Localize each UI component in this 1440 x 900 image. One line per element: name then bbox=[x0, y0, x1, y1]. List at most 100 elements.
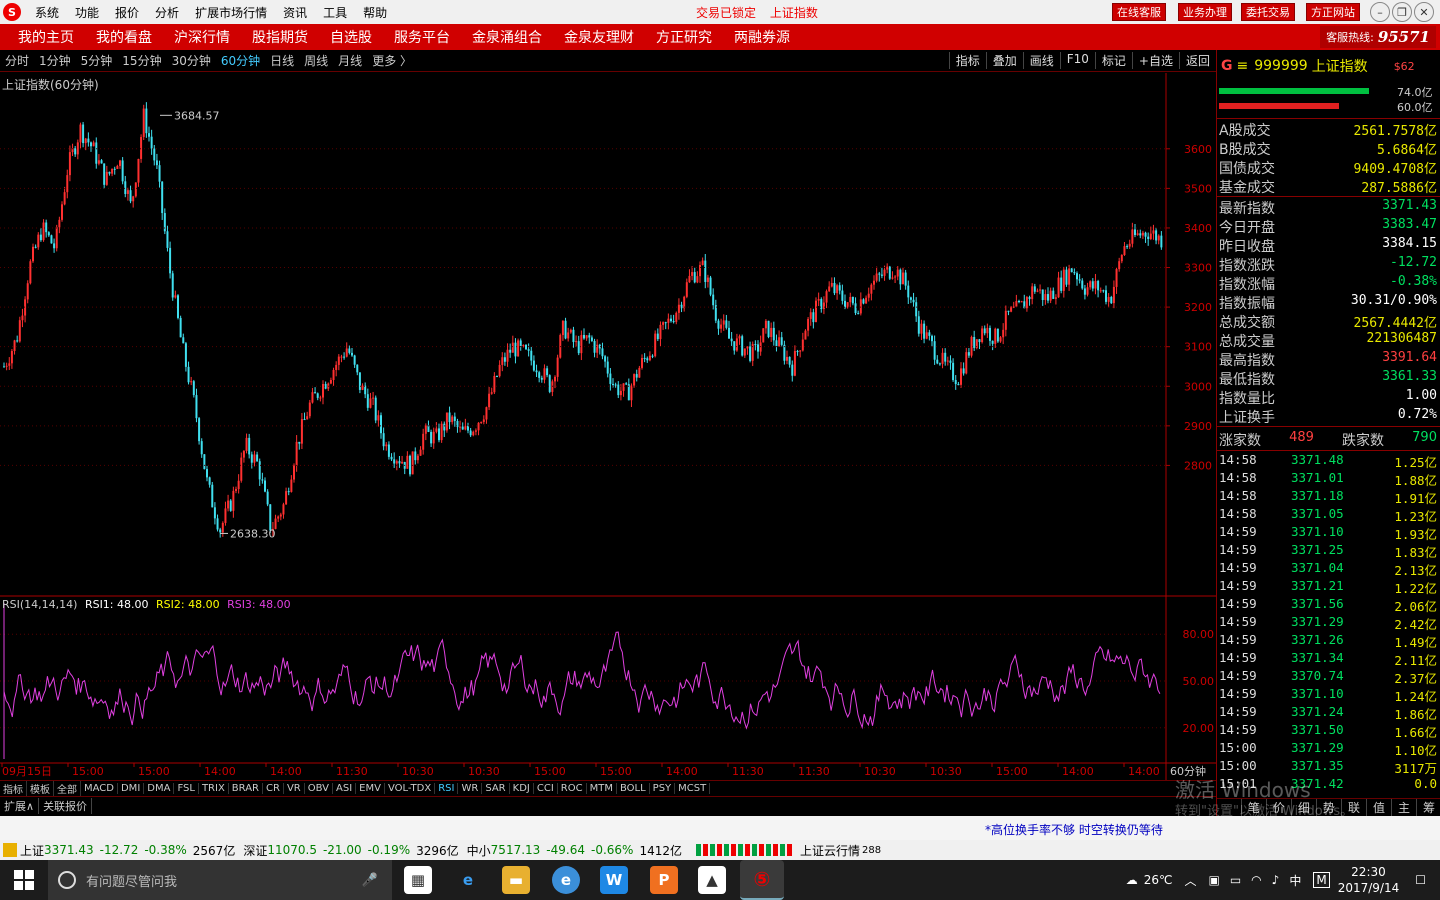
m-icon[interactable]: M bbox=[1313, 872, 1330, 888]
store-icon[interactable]: ▦ bbox=[404, 866, 432, 894]
search-box[interactable]: 有问题尽管问我 🎤 bbox=[48, 860, 392, 900]
period-5min[interactable]: 5分钟 bbox=[76, 52, 118, 69]
tool-add-favorite[interactable]: +自选 bbox=[1131, 52, 1179, 69]
panel-tab[interactable]: 值 bbox=[1365, 799, 1391, 816]
indicator-tab[interactable]: MTM bbox=[587, 783, 617, 794]
indicator-tab[interactable]: CCI bbox=[534, 783, 558, 794]
indicator-tab[interactable]: ROC bbox=[558, 783, 587, 794]
tool-f10[interactable]: F10 bbox=[1059, 52, 1095, 69]
weather-temp[interactable]: 26℃ bbox=[1144, 873, 1173, 887]
nav-home[interactable]: 我的主页 bbox=[0, 27, 85, 47]
indicator-tab[interactable]: RSI bbox=[435, 783, 459, 794]
menu-quote[interactable]: 报价 bbox=[107, 4, 147, 21]
nav-watch[interactable]: 我的看盘 bbox=[85, 27, 163, 47]
indicator-tab[interactable]: BRAR bbox=[229, 783, 263, 794]
period-month[interactable]: 月线 bbox=[333, 52, 367, 69]
indicator-tab[interactable]: VOL-TDX bbox=[385, 783, 436, 794]
period-60min[interactable]: 60分钟 bbox=[216, 52, 265, 69]
tool-indicator[interactable]: 指标 bbox=[948, 52, 986, 69]
nav-portfolio[interactable]: 金泉涌组合 bbox=[461, 27, 553, 47]
tool-mark[interactable]: 标记 bbox=[1094, 52, 1132, 69]
indicator-tab[interactable]: PSY bbox=[650, 783, 676, 794]
online-service-button[interactable]: 在线客服 bbox=[1112, 3, 1166, 21]
indicator-tab[interactable]: ASI bbox=[333, 783, 357, 794]
indicator-tab[interactable]: 全部 bbox=[54, 781, 81, 796]
wps-writer-icon[interactable]: W bbox=[600, 866, 628, 894]
indicator-tab[interactable]: MCST bbox=[675, 783, 711, 794]
wps-presentation-icon[interactable]: P bbox=[650, 866, 678, 894]
ext-toggle[interactable]: 扩展∧ bbox=[0, 797, 40, 814]
period-timeshare[interactable]: 分时 bbox=[0, 52, 34, 69]
notification-icon[interactable]: ☐ bbox=[1415, 873, 1426, 887]
panel-tab[interactable]: 筹 bbox=[1415, 799, 1440, 816]
panel-tab[interactable]: 主 bbox=[1390, 799, 1416, 816]
indicator-tab[interactable]: DMI bbox=[118, 783, 145, 794]
photos-icon[interactable]: ▲ bbox=[698, 866, 726, 894]
period-1min[interactable]: 1分钟 bbox=[34, 52, 76, 69]
candle-body bbox=[187, 366, 190, 383]
menu-tools[interactable]: 工具 bbox=[315, 4, 355, 21]
period-15min[interactable]: 15分钟 bbox=[117, 52, 166, 69]
period-week[interactable]: 周线 bbox=[299, 52, 333, 69]
indicator-tab[interactable]: OBV bbox=[305, 783, 333, 794]
indicator-tab[interactable]: DMA bbox=[144, 783, 175, 794]
nav-margin[interactable]: 两融券源 bbox=[723, 27, 801, 47]
indicator-tab[interactable]: 指标 bbox=[0, 781, 27, 796]
mic-icon[interactable]: 🎤 bbox=[362, 873, 378, 888]
explorer-icon[interactable]: ▬ bbox=[502, 866, 530, 894]
period-day[interactable]: 日线 bbox=[265, 52, 299, 69]
indicator-tab[interactable]: BOLL bbox=[617, 783, 650, 794]
menu-ext-market[interactable]: 扩展市场行情 bbox=[187, 4, 275, 21]
nav-futures[interactable]: 股指期货 bbox=[241, 27, 319, 47]
edge-icon[interactable]: e bbox=[454, 866, 482, 894]
indicator-tab[interactable]: 模板 bbox=[27, 781, 54, 796]
nav-wealth[interactable]: 金泉友理财 bbox=[553, 27, 645, 47]
period-30min[interactable]: 30分钟 bbox=[167, 52, 216, 69]
start-icon[interactable] bbox=[14, 870, 34, 890]
ime-indicator[interactable]: 中 bbox=[1289, 872, 1301, 889]
business-button[interactable]: 业务办理 bbox=[1178, 3, 1232, 21]
menu-help[interactable]: 帮助 bbox=[355, 4, 395, 21]
indicator-tab[interactable]: KDJ bbox=[510, 783, 534, 794]
indicator-tab[interactable]: VR bbox=[284, 783, 305, 794]
wifi-icon[interactable]: ◠ bbox=[1251, 873, 1261, 887]
menu-analysis[interactable]: 分析 bbox=[147, 4, 187, 21]
trade-button[interactable]: 委托交易 bbox=[1241, 3, 1295, 21]
tray-expand-icon[interactable]: ︿ bbox=[1184, 872, 1196, 889]
menu-info[interactable]: 资讯 bbox=[275, 4, 315, 21]
tool-back[interactable]: 返回 bbox=[1178, 52, 1216, 69]
kline-chart[interactable]: 3600 3500 3400 3300 3200 3100 3000 2900 2800 80.… bbox=[0, 73, 1216, 780]
period-more[interactable]: 更多 〉 bbox=[367, 52, 417, 69]
close-icon[interactable]: ✕ bbox=[1414, 2, 1434, 22]
tool-draw[interactable]: 画线 bbox=[1022, 52, 1060, 69]
menu-function[interactable]: 功能 bbox=[67, 4, 107, 21]
indicator-tab[interactable]: SAR bbox=[482, 783, 510, 794]
indicator-tab[interactable]: WR bbox=[458, 783, 483, 794]
indicator-tab[interactable]: TRIX bbox=[199, 783, 229, 794]
nav-favorites[interactable]: 自选股 bbox=[319, 27, 383, 47]
minimize-icon[interactable]: – bbox=[1370, 2, 1390, 22]
time-axis-label: 14:00 bbox=[666, 765, 698, 778]
nav-research[interactable]: 方正研究 bbox=[645, 27, 723, 47]
restore-icon[interactable]: ❐ bbox=[1392, 2, 1412, 22]
cloud-label[interactable]: 上证云行情 bbox=[800, 842, 860, 859]
indicator-tab[interactable]: FSL bbox=[174, 783, 199, 794]
battery-icon[interactable]: ▭ bbox=[1230, 873, 1241, 887]
founder-app-icon[interactable]: ⑤ bbox=[740, 860, 784, 900]
indicator-tab[interactable]: EMV bbox=[356, 783, 385, 794]
ie-icon[interactable]: e bbox=[552, 866, 580, 894]
website-button[interactable]: 方正网站 bbox=[1306, 3, 1360, 21]
chart-area[interactable]: 3600 3500 3400 3300 3200 3100 3000 2900 2800 80.… bbox=[0, 73, 1216, 780]
indicator-tab[interactable]: MACD bbox=[81, 783, 118, 794]
notice-text[interactable]: *高位换手率不够 时空转换仍等待 bbox=[985, 821, 1163, 838]
clock[interactable]: 22:30 2017/9/14 bbox=[1338, 864, 1400, 896]
tool-overlay[interactable]: 叠加 bbox=[985, 52, 1023, 69]
app-tray-icon[interactable]: ▣ bbox=[1208, 873, 1219, 887]
menu-icon[interactable]: ≡ bbox=[1237, 58, 1249, 74]
menu-system[interactable]: 系统 bbox=[27, 4, 67, 21]
volume-icon[interactable]: ♪ bbox=[1272, 873, 1280, 887]
indicator-tab[interactable]: CR bbox=[263, 783, 284, 794]
related-quote[interactable]: 关联报价 bbox=[39, 797, 93, 814]
nav-market[interactable]: 沪深行情 bbox=[163, 27, 241, 47]
nav-platform[interactable]: 服务平台 bbox=[383, 27, 461, 47]
